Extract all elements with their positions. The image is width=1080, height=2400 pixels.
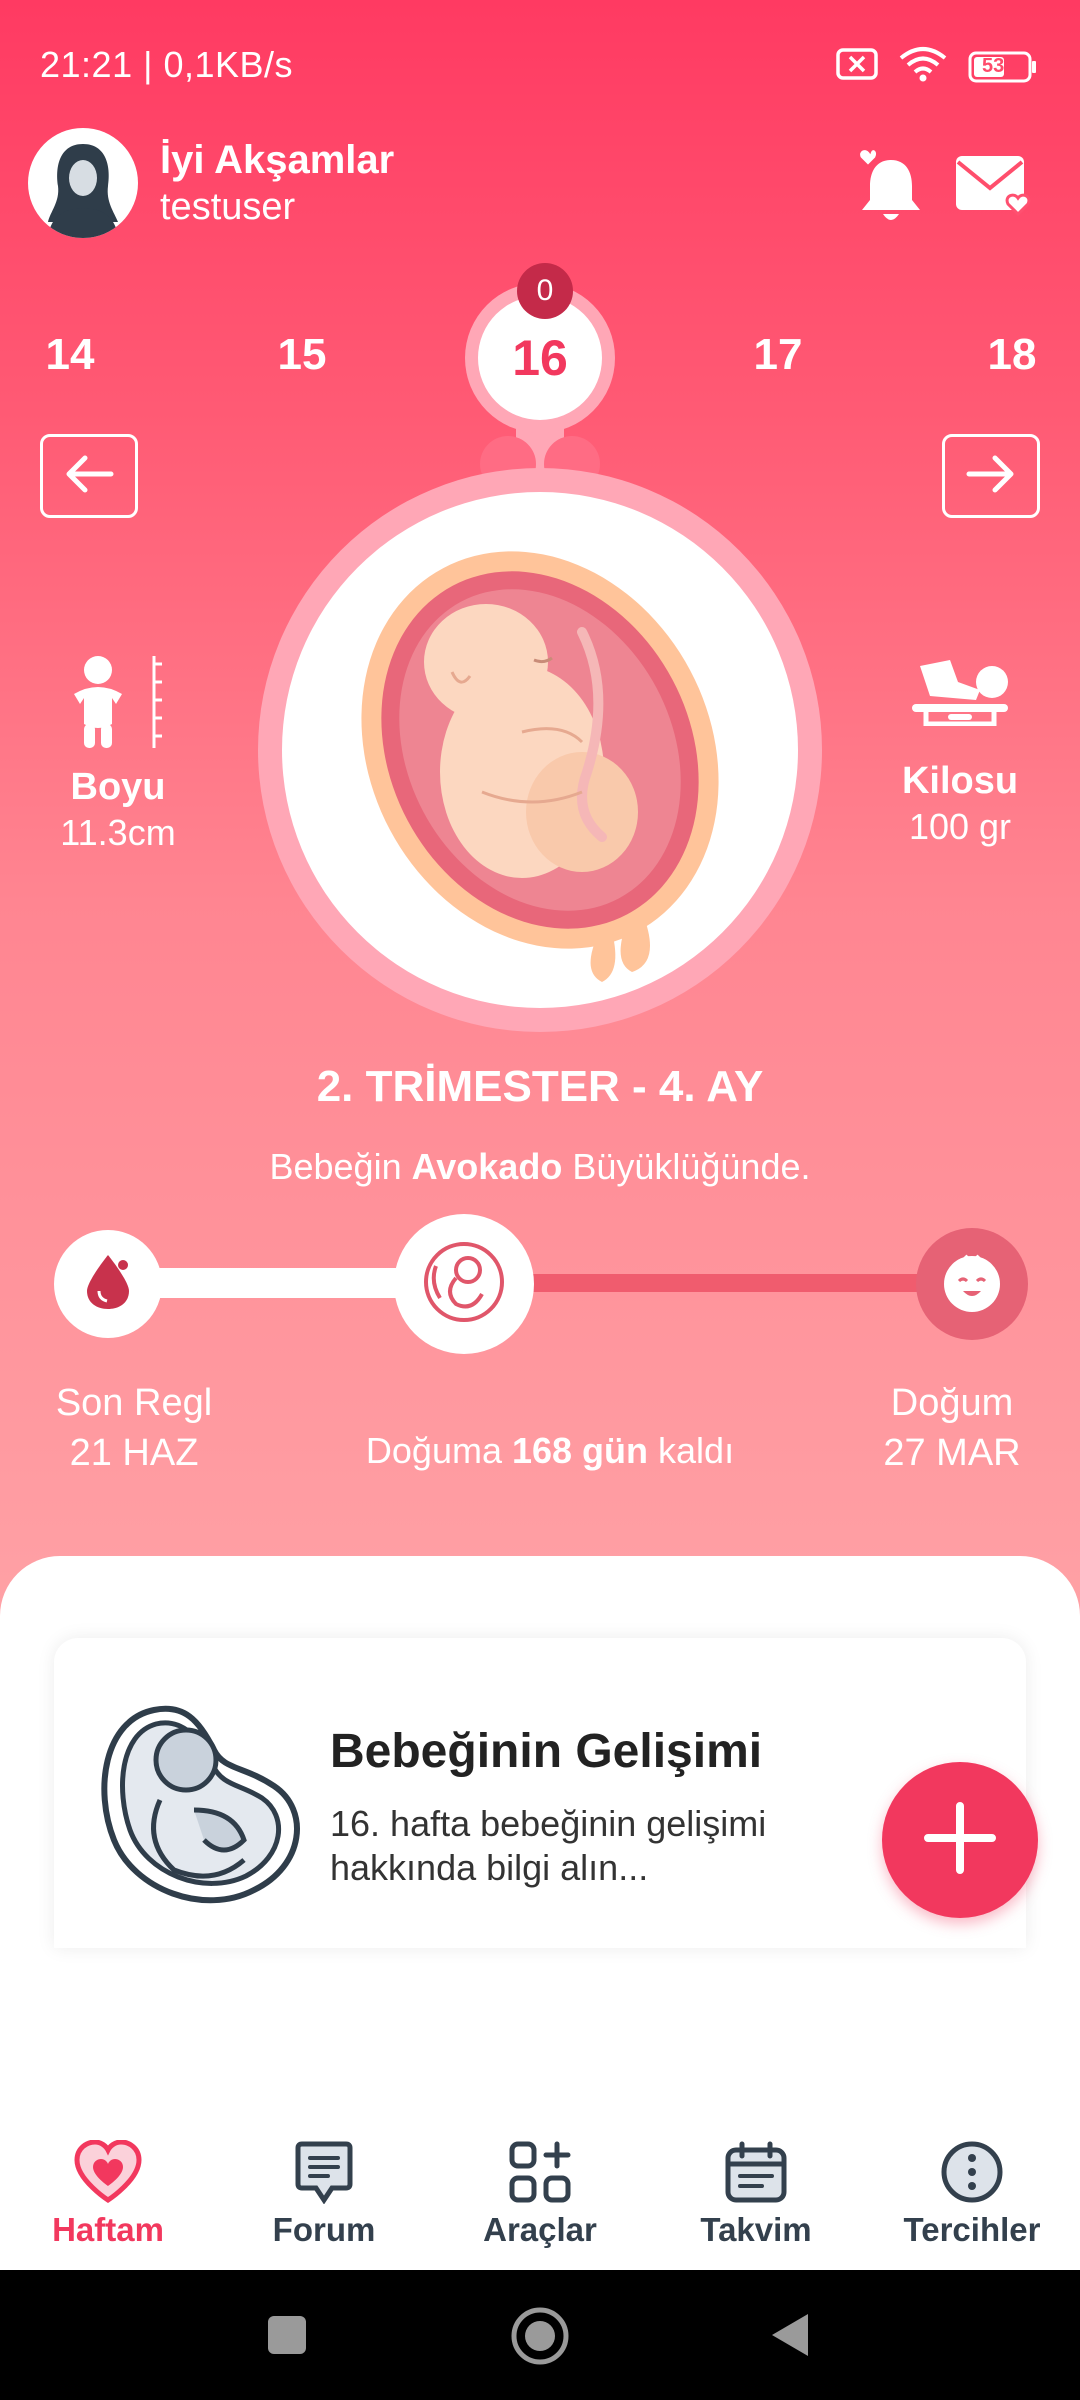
nav-label-haftam: Haftam	[52, 2211, 164, 2248]
weight-icon	[910, 656, 1010, 731]
embryo-icon	[94, 1690, 310, 1916]
countdown-suffix: kaldı	[648, 1430, 735, 1471]
home-button[interactable]	[510, 2306, 570, 2371]
blood-drop-icon	[83, 1253, 133, 1316]
plus-icon	[922, 1800, 998, 1881]
heart-icon	[73, 2139, 143, 2209]
current-progress-node	[394, 1214, 534, 1354]
birth-label: Doğum	[890, 1382, 1014, 1424]
nav-araclar[interactable]: Araçlar	[432, 2140, 648, 2260]
birth-node	[916, 1228, 1028, 1340]
baby-face-icon	[939, 1249, 1005, 1320]
week-17[interactable]: 17	[728, 330, 828, 380]
countdown-text: Doğuma 168 gün kaldı	[300, 1430, 800, 1472]
system-nav-bar	[0, 2270, 1080, 2400]
nav-forum[interactable]: Forum	[216, 2140, 432, 2260]
avatar[interactable]	[28, 128, 138, 238]
bell-icon	[856, 148, 926, 230]
baby-illustration	[282, 492, 798, 1008]
countdown-prefix: Doğuma	[365, 1430, 512, 1471]
square-icon	[268, 2316, 306, 2354]
weight-label: Kilosu	[901, 760, 1019, 802]
week-18[interactable]: 18	[962, 330, 1062, 380]
countdown-value: 168 gün	[511, 1430, 649, 1471]
progress-track-remaining	[464, 1274, 970, 1292]
greeting-title: İyi Akşamlar	[160, 138, 395, 182]
weight-value: 100 gr	[908, 806, 1012, 847]
circle-icon	[511, 2307, 569, 2365]
nav-takvim[interactable]: Takvim	[648, 2140, 864, 2260]
nav-label-araclar: Araçlar	[483, 2211, 597, 2248]
notifications-button[interactable]	[856, 146, 926, 226]
battery-icon: 53	[968, 51, 1038, 83]
nav-label-takvim: Takvim	[700, 2211, 812, 2248]
nav-label-tercihler: Tercihler	[903, 2211, 1041, 2248]
more-icon	[940, 2140, 1004, 2209]
trimester-title: 2. TRİMESTER - 4. AY	[316, 1062, 764, 1111]
birth-date: 27 MAR	[883, 1432, 1021, 1474]
triangle-back-icon	[772, 2314, 808, 2356]
messages-button[interactable]	[952, 150, 1036, 226]
back-button[interactable]	[768, 2312, 812, 2363]
mail-icon	[952, 156, 1036, 230]
week-14[interactable]: 14	[20, 330, 120, 380]
height-icon	[66, 654, 166, 755]
height-label: Boyu	[70, 766, 166, 808]
arrow-right-icon	[965, 454, 1017, 499]
height-value: 11.3cm	[60, 812, 176, 853]
add-button[interactable]	[882, 1762, 1038, 1918]
week-badge: 0	[517, 263, 573, 319]
size-fruit: Avokado	[411, 1146, 563, 1187]
status-bar: 21:21 | 0,1KB/s 53	[0, 0, 1080, 130]
wifi-icon	[898, 46, 948, 87]
week-15[interactable]: 15	[252, 330, 352, 380]
username: testuser	[160, 186, 296, 228]
period-label: Son Regl	[55, 1382, 213, 1424]
card-title: Bebeğinin Gelişimi	[330, 1725, 763, 1778]
fetus-outline-icon	[422, 1240, 506, 1329]
recents-button[interactable]	[266, 2314, 308, 2361]
nav-haftam[interactable]: Haftam	[0, 2139, 216, 2260]
period-date: 21 HAZ	[69, 1432, 199, 1474]
size-comparison: Bebeğin Avokado Büyüklüğünde.	[0, 1146, 1080, 1188]
battery-level: 53	[982, 54, 1005, 77]
calendar-icon	[724, 2140, 788, 2209]
app-screen: 21:21 | 0,1KB/s 53 İyi Akşamlar testuser	[0, 0, 1080, 2400]
card-description: 16. hafta bebeğinin gelişimi hakkında bi…	[330, 1803, 767, 1888]
status-icons: 53	[836, 46, 1038, 87]
period-node	[54, 1230, 162, 1338]
tools-icon	[508, 2140, 572, 2209]
no-sim-icon	[836, 47, 878, 86]
nav-tercihler[interactable]: Tercihler	[864, 2140, 1080, 2260]
prev-week-button[interactable]	[40, 434, 138, 518]
bottom-nav: Haftam Forum Araçlar Takvim Tercihler	[0, 2120, 1080, 2270]
next-week-button[interactable]	[942, 434, 1040, 518]
size-prefix: Bebeğin	[269, 1146, 412, 1187]
arrow-left-icon	[63, 454, 115, 499]
baby-development-card[interactable]: Bebeğinin Gelişimi 16. hafta bebeğinin g…	[54, 1638, 1026, 1948]
status-time: 21:21 | 0,1KB/s	[40, 44, 294, 85]
chat-icon	[292, 2140, 356, 2209]
nav-label-forum: Forum	[272, 2211, 376, 2248]
size-suffix: Büyüklüğünde.	[562, 1146, 811, 1187]
